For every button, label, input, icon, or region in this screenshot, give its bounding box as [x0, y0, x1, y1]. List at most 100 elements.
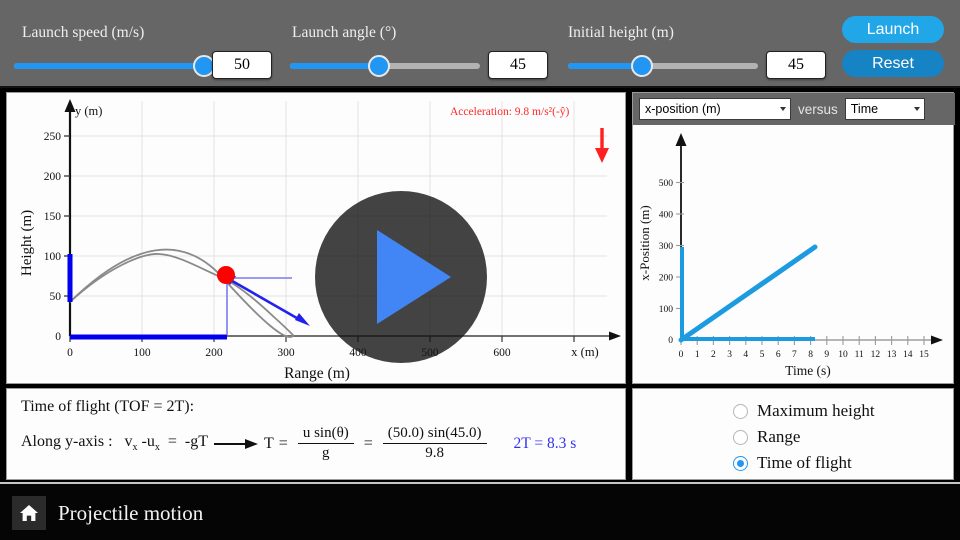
y-variable-value: x-position (m): [645, 102, 721, 116]
option-maximum-height[interactable]: Maximum height: [733, 401, 875, 421]
option-label: Range: [757, 427, 801, 446]
svg-text:0: 0: [679, 350, 684, 360]
equation-fraction-1: u sin(θ) g: [297, 425, 354, 462]
slider-fill: [14, 63, 204, 69]
equation-lhs-v: v: [124, 433, 133, 451]
equation-t-symbol: T: [264, 434, 274, 452]
equation-frac1-numerator: u sin(θ): [302, 425, 349, 441]
svg-text:10: 10: [838, 350, 848, 360]
graph-y-axis-title: x-Position (m): [637, 205, 652, 280]
xposition-time-chart: 0 100 200 300 400 500 0 1 2 3 4 5 6 7 8 …: [633, 125, 953, 383]
option-range[interactable]: Range: [733, 427, 800, 447]
slider-knob[interactable]: [368, 55, 391, 77]
chevron-down-icon: [913, 107, 920, 111]
launch-angle-input[interactable]: 45: [488, 51, 548, 79]
initial-height-slider[interactable]: [568, 53, 758, 79]
launch-button[interactable]: Launch: [842, 16, 944, 43]
x-axis-right-label: x (m): [571, 345, 598, 359]
play-button[interactable]: [315, 191, 487, 363]
equation-frac2-numerator: (50.0) sin(45.0): [387, 425, 482, 441]
equation-lhs-sub2: x: [154, 442, 160, 454]
launch-speed-input[interactable]: 50: [212, 51, 272, 79]
svg-text:500: 500: [659, 179, 674, 189]
svg-text:200: 200: [205, 347, 223, 359]
launch-angle-label: Launch angle (°): [292, 24, 397, 41]
home-icon[interactable]: [12, 496, 46, 530]
equation-panel: Time of flight (TOF = 2T): Along y-axis …: [6, 388, 626, 480]
svg-text:100: 100: [44, 251, 62, 263]
svg-text:100: 100: [133, 347, 151, 359]
x-variable-value: Time: [850, 102, 879, 116]
bottom-bar: Projectile motion Label English: [0, 482, 960, 540]
svg-text:3: 3: [727, 350, 732, 360]
slider-fill: [290, 63, 380, 69]
trajectory-chart: 0 50 100 150 200 250 0 100 200 300 400 6…: [7, 93, 625, 383]
svg-text:300: 300: [659, 242, 674, 252]
svg-text:11: 11: [855, 350, 864, 360]
equation-equals-2: =: [363, 434, 373, 452]
projectile-ball: [217, 266, 235, 284]
svg-text:2: 2: [711, 350, 716, 360]
equation-frac1-denominator: g: [297, 443, 354, 462]
equation-equals-1: =: [278, 434, 288, 452]
svg-text:300: 300: [277, 347, 295, 359]
option-label: Time of flight: [757, 453, 852, 472]
graph-selector-bar: x-position (m) versus Time: [633, 93, 955, 125]
equation-lhs-equals: =: [167, 433, 177, 451]
svg-text:0: 0: [67, 347, 73, 359]
x-axis-title: Range (m): [284, 365, 350, 382]
initial-height-label: Initial height (m): [568, 24, 674, 41]
control-bar: Launch speed (m/s) 50 Launch angle (°) 4…: [0, 0, 960, 88]
equation-result: 2T = 8.3 s: [513, 434, 577, 452]
svg-text:14: 14: [903, 350, 913, 360]
y-variable-dropdown[interactable]: x-position (m): [639, 98, 791, 120]
svg-text:200: 200: [44, 171, 62, 183]
svg-text:7: 7: [792, 350, 797, 360]
launch-speed-label: Launch speed (m/s): [22, 24, 145, 41]
radio-time-of-flight[interactable]: [733, 455, 748, 471]
slider-knob[interactable]: [631, 55, 654, 77]
x-variable-dropdown[interactable]: Time: [844, 98, 925, 120]
svg-text:9: 9: [824, 350, 829, 360]
equation-lhs: Along y-axis : vx -ux = -gT: [21, 433, 208, 453]
equation-lhs-prefix: Along y-axis :: [21, 433, 113, 451]
option-label: Maximum height: [757, 401, 875, 420]
projectile-motion-app: Launch speed (m/s) 50 Launch angle (°) 4…: [0, 0, 960, 540]
equation-row: Along y-axis : vx -ux = -gT T = u sin(θ)…: [21, 425, 576, 462]
launch-angle-slider[interactable]: [290, 53, 480, 79]
implies-arrow-icon: [214, 437, 259, 451]
play-triangle-icon: [377, 230, 451, 324]
y-axis-title: Height (m): [19, 210, 35, 276]
svg-text:5: 5: [760, 350, 765, 360]
svg-text:250: 250: [44, 131, 62, 143]
svg-text:0: 0: [55, 331, 61, 343]
graph-x-axis-title: Time (s): [785, 363, 831, 378]
svg-text:400: 400: [659, 211, 674, 221]
svg-text:4: 4: [743, 350, 748, 360]
initial-height-input[interactable]: 45: [766, 51, 826, 79]
equation-frac2-denominator: 9.8: [382, 443, 487, 462]
svg-text:150: 150: [44, 211, 62, 223]
reset-button[interactable]: Reset: [842, 50, 944, 77]
acceleration-annotation: Acceleration: 9.8 m/s²(-ŷ): [450, 106, 570, 118]
graph-panel: x-position (m) versus Time 0 100 200 300…: [632, 92, 955, 384]
svg-text:600: 600: [493, 347, 511, 359]
quantity-options-panel: Maximum height Range Time of flight: [632, 388, 954, 480]
app-title: Projectile motion: [58, 500, 204, 525]
svg-text:13: 13: [887, 350, 897, 360]
y-axis-top-label: y (m): [75, 104, 102, 118]
radio-range[interactable]: [733, 429, 748, 445]
equation-lhs-u: u: [146, 433, 155, 451]
svg-text:15: 15: [919, 350, 929, 360]
svg-text:200: 200: [659, 274, 674, 284]
launch-speed-slider[interactable]: [14, 53, 215, 79]
radio-maximum-height[interactable]: [733, 403, 748, 419]
equation-title: Time of flight (TOF = 2T):: [21, 398, 195, 415]
option-time-of-flight[interactable]: Time of flight: [733, 453, 852, 473]
svg-text:50: 50: [50, 291, 62, 303]
equation-fraction-2: (50.0) sin(45.0) 9.8: [382, 425, 487, 462]
svg-text:1: 1: [695, 350, 700, 360]
trajectory-plot-panel: 0 50 100 150 200 250 0 100 200 300 400 6…: [6, 92, 626, 384]
equation-lhs-rhs: -gT: [184, 433, 209, 451]
chevron-down-icon: [780, 107, 786, 111]
